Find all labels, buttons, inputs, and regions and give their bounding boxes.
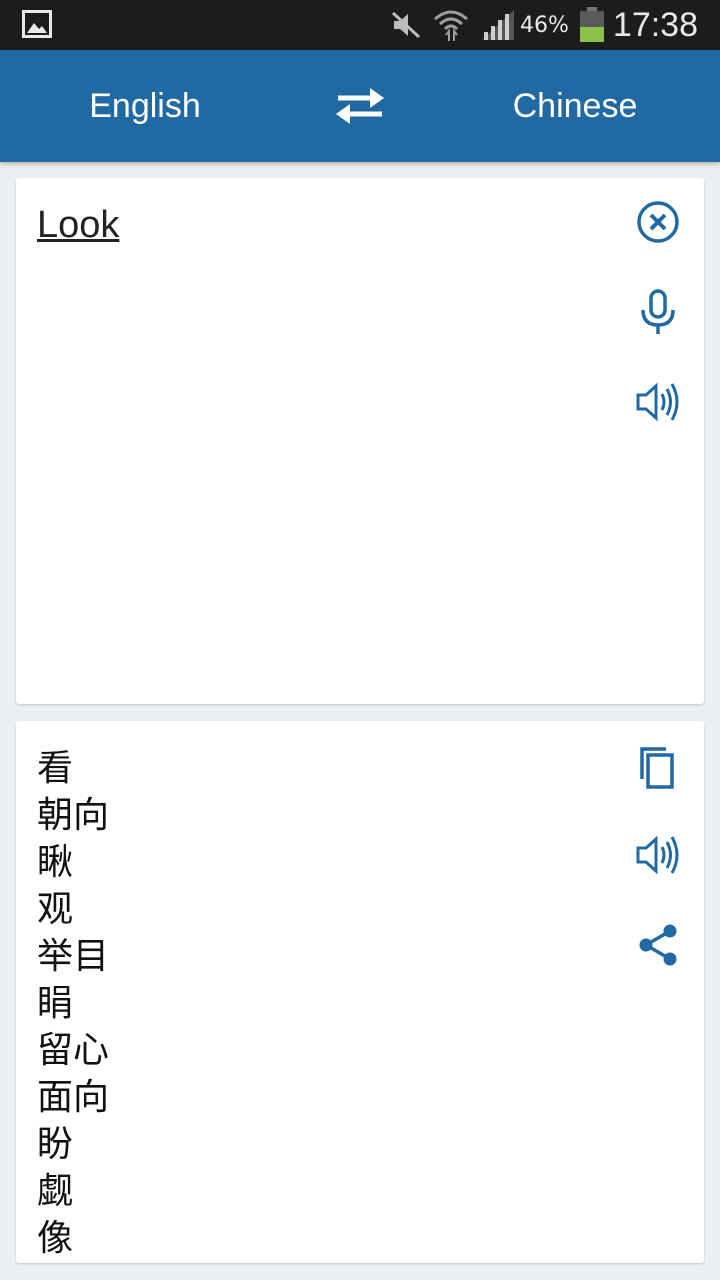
translation-line: 盼 — [37, 1124, 74, 1165]
translation-line: 像 — [37, 1218, 74, 1259]
output-card: 看 朝向 瞅 观 举目 睊 留心 面向 盼 觑 像 — [16, 721, 704, 1263]
signal-icon — [482, 10, 514, 40]
translation-line: 觑 — [37, 1171, 74, 1212]
gallery-icon — [22, 10, 52, 38]
status-bar: 46% 17:38 — [0, 0, 720, 50]
battery-icon — [579, 7, 604, 42]
swap-arrows-icon[interactable] — [330, 84, 390, 128]
input-card: Look — [16, 178, 704, 704]
translation-line: 留心 — [37, 1030, 110, 1071]
target-language-button[interactable]: Chinese — [445, 50, 705, 162]
translation-line: 朝向 — [37, 795, 110, 836]
share-icon[interactable] — [634, 921, 682, 969]
translation-line: 举目 — [37, 936, 110, 977]
clear-icon[interactable] — [634, 198, 682, 246]
translation-line: 看 — [37, 748, 74, 789]
source-text-input[interactable]: Look — [37, 204, 119, 247]
translation-line: 观 — [37, 889, 74, 930]
source-language-button[interactable]: English — [15, 50, 275, 162]
microphone-icon[interactable] — [634, 288, 682, 336]
battery-percent: 46% — [520, 12, 569, 38]
translation-list: 看 朝向 瞅 观 举目 睊 留心 面向 盼 觑 像 — [37, 745, 597, 1262]
language-bar: English Chinese — [0, 50, 720, 162]
wifi-icon — [434, 10, 468, 41]
copy-icon[interactable] — [634, 743, 682, 791]
clock: 17:38 — [612, 5, 698, 44]
mute-icon — [391, 11, 421, 39]
speaker-icon[interactable] — [634, 831, 682, 879]
speaker-icon[interactable] — [634, 378, 682, 426]
translation-line: 瞅 — [37, 842, 74, 883]
translation-line: 睊 — [37, 983, 74, 1024]
translation-line: 面向 — [37, 1077, 110, 1118]
